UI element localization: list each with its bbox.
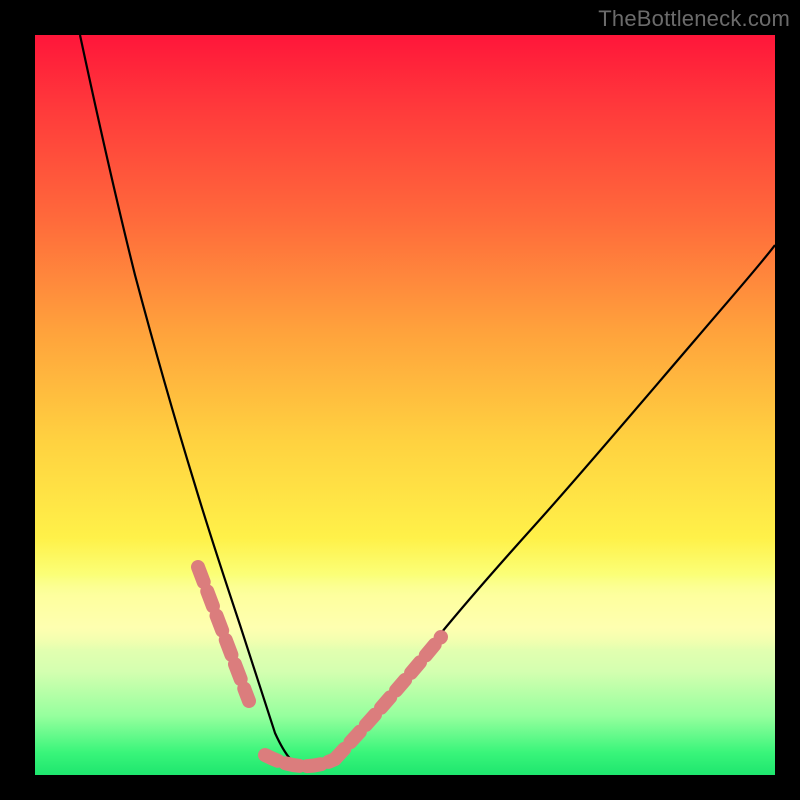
watermark-text: TheBottleneck.com [598, 6, 790, 32]
chart-frame: TheBottleneck.com [0, 0, 800, 800]
plot-area [35, 35, 775, 775]
